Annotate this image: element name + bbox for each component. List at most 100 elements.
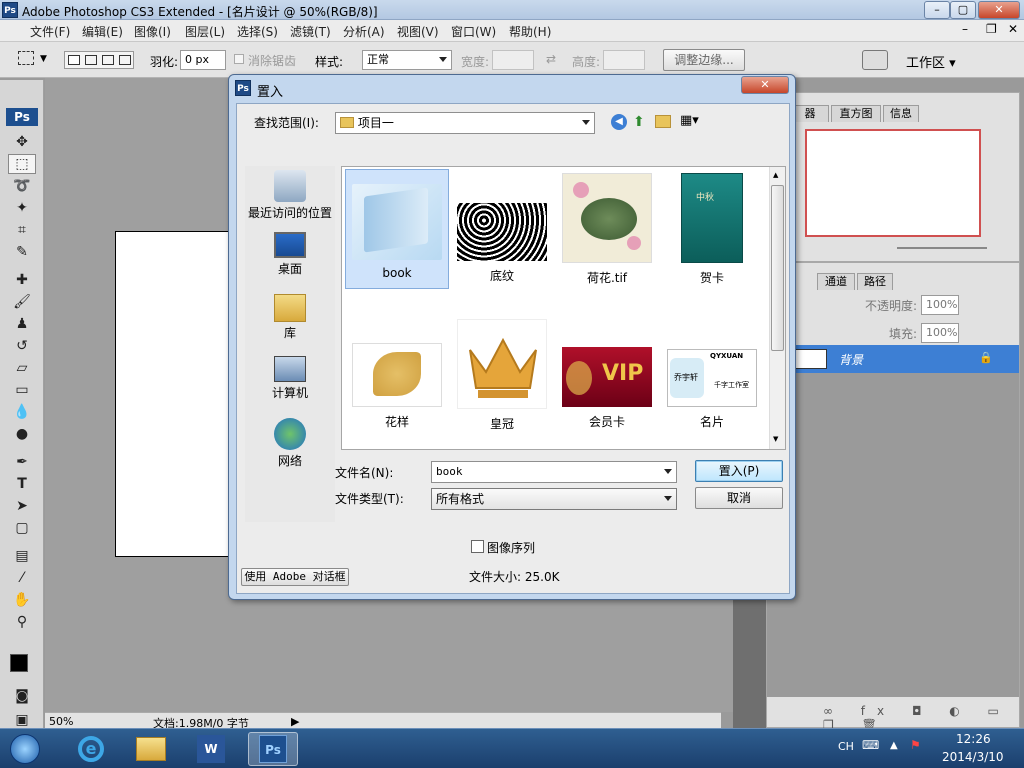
place-desktop[interactable]: 桌面	[245, 232, 335, 277]
opacity-input[interactable]: 100%	[921, 295, 959, 315]
file-item-crown[interactable]: 皇冠	[450, 315, 554, 435]
type-tool-icon[interactable]: T	[8, 474, 36, 494]
selection-mode-group[interactable]	[64, 51, 134, 69]
zoom-level[interactable]: 50%	[49, 715, 73, 728]
language-indicator[interactable]: CH	[838, 740, 854, 753]
file-item-lotus[interactable]: 荷花.tif	[555, 169, 659, 289]
close-button[interactable]: ✕	[978, 1, 1020, 19]
maximize-button[interactable]: ▢	[950, 1, 976, 19]
file-item-book[interactable]: book	[345, 169, 449, 289]
magic-wand-tool-icon[interactable]: ✦	[8, 198, 36, 218]
menu-help[interactable]: 帮助(H)	[509, 23, 551, 40]
height-input[interactable]	[603, 50, 645, 70]
foreground-color-swatch[interactable]	[10, 654, 28, 672]
keyboard-icon[interactable]: ⌨	[862, 738, 879, 752]
look-in-select[interactable]: 项目一	[335, 112, 595, 134]
clock-time[interactable]: 12:26	[956, 732, 991, 746]
workspace-button[interactable]: 工作区 ▾	[906, 52, 956, 71]
place-network[interactable]: 网络	[245, 418, 335, 469]
bridge-icon[interactable]	[862, 50, 888, 70]
up-folder-icon[interactable]: ⬆	[633, 114, 649, 130]
file-item-vip-card[interactable]: VIP 会员卡	[555, 315, 659, 435]
status-menu-arrow-icon[interactable]: ▶	[291, 715, 299, 728]
place-recent[interactable]: 最近访问的位置	[245, 170, 335, 221]
intersect-selection-icon[interactable]	[119, 55, 131, 65]
quick-mask-icon[interactable]: ◙	[8, 686, 36, 706]
start-button[interactable]	[0, 732, 50, 766]
eyedropper-tool-icon[interactable]: ⁄	[8, 568, 36, 588]
zoom-slider[interactable]	[897, 247, 987, 249]
menu-edit[interactable]: 编辑(E)	[82, 23, 123, 40]
gradient-tool-icon[interactable]: ▭	[8, 380, 36, 400]
file-list-scrollbar[interactable]: ▲ ▼	[769, 167, 785, 449]
move-tool-icon[interactable]: ✥	[8, 132, 36, 152]
history-brush-tool-icon[interactable]: ↺	[8, 336, 36, 356]
healing-brush-tool-icon[interactable]: ✚	[8, 270, 36, 290]
antialias-checkbox[interactable]	[234, 54, 244, 64]
use-adobe-dialog-button[interactable]: 使用 Adobe 对话框	[241, 568, 349, 586]
place-computer[interactable]: 计算机	[245, 356, 335, 401]
slice-tool-icon[interactable]: ✎	[8, 242, 36, 262]
clock-date[interactable]: 2014/3/10	[942, 750, 1004, 764]
notes-tool-icon[interactable]: ▤	[8, 546, 36, 566]
eraser-tool-icon[interactable]: ▱	[8, 358, 36, 378]
image-sequence-checkbox[interactable]	[471, 540, 484, 553]
crop-tool-icon[interactable]: ⌗	[8, 220, 36, 240]
scrollbar-thumb[interactable]	[771, 185, 784, 351]
file-item-greeting-card[interactable]: 中秋 贺卡	[660, 169, 764, 289]
swap-icon[interactable]: ⇄	[546, 52, 556, 66]
doc-close-button[interactable]: ✕	[1008, 22, 1018, 36]
doc-restore-button[interactable]: ❐	[986, 22, 997, 36]
tab-navigator[interactable]: 器	[791, 105, 829, 122]
tab-paths[interactable]: 路径	[857, 273, 893, 290]
menu-select[interactable]: 选择(S)	[237, 23, 278, 40]
layers-footer-icons[interactable]: ∞ fx ◘ ◐ ▭ ❐ 🗑	[767, 697, 1019, 732]
tab-info[interactable]: 信息	[883, 105, 919, 122]
menu-analysis[interactable]: 分析(A)	[343, 23, 385, 40]
new-folder-icon[interactable]	[655, 115, 671, 128]
rectangle-tool-icon[interactable]: ▢	[8, 518, 36, 538]
taskbar-word[interactable]: W	[186, 732, 236, 766]
subtract-selection-icon[interactable]	[102, 55, 114, 65]
hand-tool-icon[interactable]: ✋	[8, 590, 36, 610]
navigator-preview[interactable]	[805, 129, 981, 237]
place-libraries[interactable]: 库	[245, 294, 335, 341]
cancel-button[interactable]: 取消	[695, 487, 783, 509]
clone-stamp-tool-icon[interactable]: ♟	[8, 314, 36, 334]
menu-window[interactable]: 窗口(W)	[451, 23, 496, 40]
tab-channels[interactable]: 通道	[817, 273, 855, 290]
path-selection-tool-icon[interactable]: ➤	[8, 496, 36, 516]
pen-tool-icon[interactable]: ✒	[8, 452, 36, 472]
dialog-close-button[interactable]: ✕	[741, 76, 789, 94]
tab-histogram[interactable]: 直方图	[831, 105, 881, 122]
taskbar-photoshop[interactable]: Ps	[248, 732, 298, 766]
zoom-tool-icon[interactable]: ⚲	[8, 612, 36, 632]
back-icon[interactable]: ◀	[611, 114, 627, 130]
marquee-tool-preset-icon[interactable]	[18, 51, 34, 65]
file-item-business-card[interactable]: QYXUAN 乔宇轩 千字工作室 名片	[660, 315, 764, 435]
menu-filter[interactable]: 滤镜(T)	[290, 23, 331, 40]
taskbar-ie[interactable]: e	[66, 732, 116, 766]
width-input[interactable]	[492, 50, 534, 70]
add-selection-icon[interactable]	[85, 55, 97, 65]
blur-tool-icon[interactable]: 💧	[8, 402, 36, 422]
dodge-tool-icon[interactable]: ●	[8, 424, 36, 444]
place-button[interactable]: 置入(P)	[695, 460, 783, 482]
brush-tool-icon[interactable]: 🖌	[8, 292, 36, 312]
scroll-up-icon[interactable]: ▲	[773, 171, 778, 179]
menu-view[interactable]: 视图(V)	[397, 23, 439, 40]
marquee-tool-icon[interactable]: ⬚	[8, 154, 36, 174]
menu-image[interactable]: 图像(I)	[134, 23, 171, 40]
fill-input[interactable]: 100%	[921, 323, 959, 343]
file-item-texture[interactable]: 底纹	[450, 169, 554, 289]
scroll-down-icon[interactable]: ▼	[773, 435, 778, 443]
chevron-down-icon[interactable]: ▼	[40, 54, 47, 64]
view-menu-icon[interactable]: ▦▾	[680, 113, 708, 131]
new-selection-icon[interactable]	[68, 55, 80, 65]
refine-edge-button[interactable]: 调整边缘...	[663, 49, 745, 71]
tray-expand-icon[interactable]: ▲	[890, 740, 898, 751]
minimize-button[interactable]: –	[924, 1, 950, 19]
menu-file[interactable]: 文件(F)	[30, 23, 70, 40]
filetype-select[interactable]: 所有格式	[431, 488, 677, 510]
taskbar-explorer[interactable]	[126, 732, 176, 766]
